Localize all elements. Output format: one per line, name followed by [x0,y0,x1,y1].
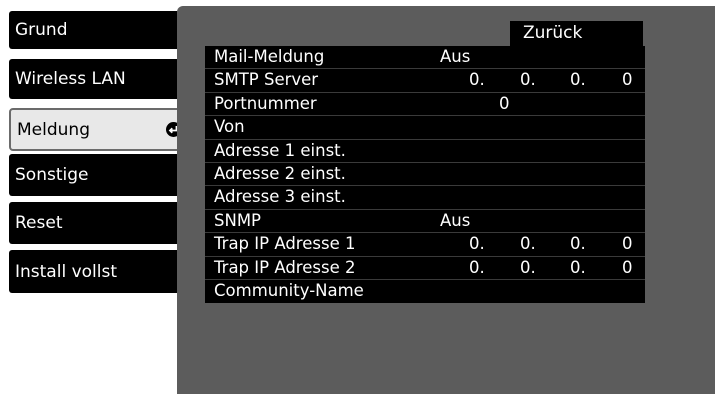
ip-octet-3: 0. [570,257,586,277]
sidebar-item-meldung[interactable]: Meldung [9,108,191,151]
ip-octet-1: 0. [469,234,485,254]
setting-label: Portnummer [214,93,317,113]
sidebar-item-label: Grund [15,20,68,40]
setting-row-community-name[interactable]: Community-Name [205,280,645,303]
ip-octet-2: 0. [520,257,536,277]
sidebar-item-wireless-lan[interactable]: Wireless LAN [9,59,191,99]
setting-row-adresse-2[interactable]: Adresse 2 einst. [205,163,645,187]
sidebar-item-install-vollst[interactable]: Install vollst [9,250,191,293]
sidebar-item-reset[interactable]: Reset [9,202,191,244]
sidebar-item-label: Wireless LAN [15,69,126,89]
ip-octet-2: 0. [520,70,536,90]
setting-row-mail-meldung[interactable]: Mail-Meldung Aus [205,46,645,70]
back-button[interactable]: Zurück [510,21,643,46]
setting-value: 0 [499,93,510,113]
setting-label: Mail-Meldung [214,47,325,66]
ip-octet-2: 0. [520,234,536,254]
sidebar-item-sonstige[interactable]: Sonstige [9,154,191,196]
setting-label: SNMP [214,210,262,230]
ip-octet-1: 0. [469,257,485,277]
sidebar-item-grund[interactable]: Grund [9,11,191,49]
sidebar-item-label: Install vollst [15,261,118,282]
setting-row-trap-ip-2[interactable]: Trap IP Adresse 2 0. 0. 0. 0 [205,257,645,280]
setting-row-snmp[interactable]: SNMP Aus [205,210,645,234]
setting-row-trap-ip-1[interactable]: Trap IP Adresse 1 0. 0. 0. 0 [205,233,645,257]
setting-label: Adresse 1 einst. [214,140,346,160]
ip-octet-4: 0 [622,70,633,90]
ip-octet-3: 0. [570,70,586,90]
setting-label: Adresse 2 einst. [214,163,346,183]
ip-octet-4: 0 [622,234,633,254]
setting-label: Trap IP Adresse 2 [214,257,356,277]
setting-label: Adresse 3 einst. [214,187,346,207]
sidebar-item-label: Reset [15,213,63,233]
setting-value: Aus [440,210,471,230]
setting-label: Community-Name [214,280,364,300]
settings-list: Mail-Meldung Aus SMTP Server 0. 0. 0. 0 … [205,46,645,304]
setting-label: Von [214,117,245,137]
setting-label: SMTP Server [214,70,319,90]
sidebar-item-label: Sonstige [15,165,89,185]
ip-octet-1: 0. [469,70,485,90]
setting-row-adresse-1[interactable]: Adresse 1 einst. [205,140,645,163]
sidebar-item-label: Meldung [17,119,90,140]
setting-row-adresse-3[interactable]: Adresse 3 einst. [205,186,645,210]
setting-row-portnummer[interactable]: Portnummer 0 [205,93,645,117]
setting-row-von[interactable]: Von [205,116,645,140]
ip-octet-3: 0. [570,234,586,254]
back-button-label: Zurück [523,23,583,43]
setting-value: Aus [440,47,471,66]
setting-label: Trap IP Adresse 1 [214,234,356,254]
setting-row-smtp-server[interactable]: SMTP Server 0. 0. 0. 0 [205,69,645,93]
ip-octet-4: 0 [622,257,633,277]
